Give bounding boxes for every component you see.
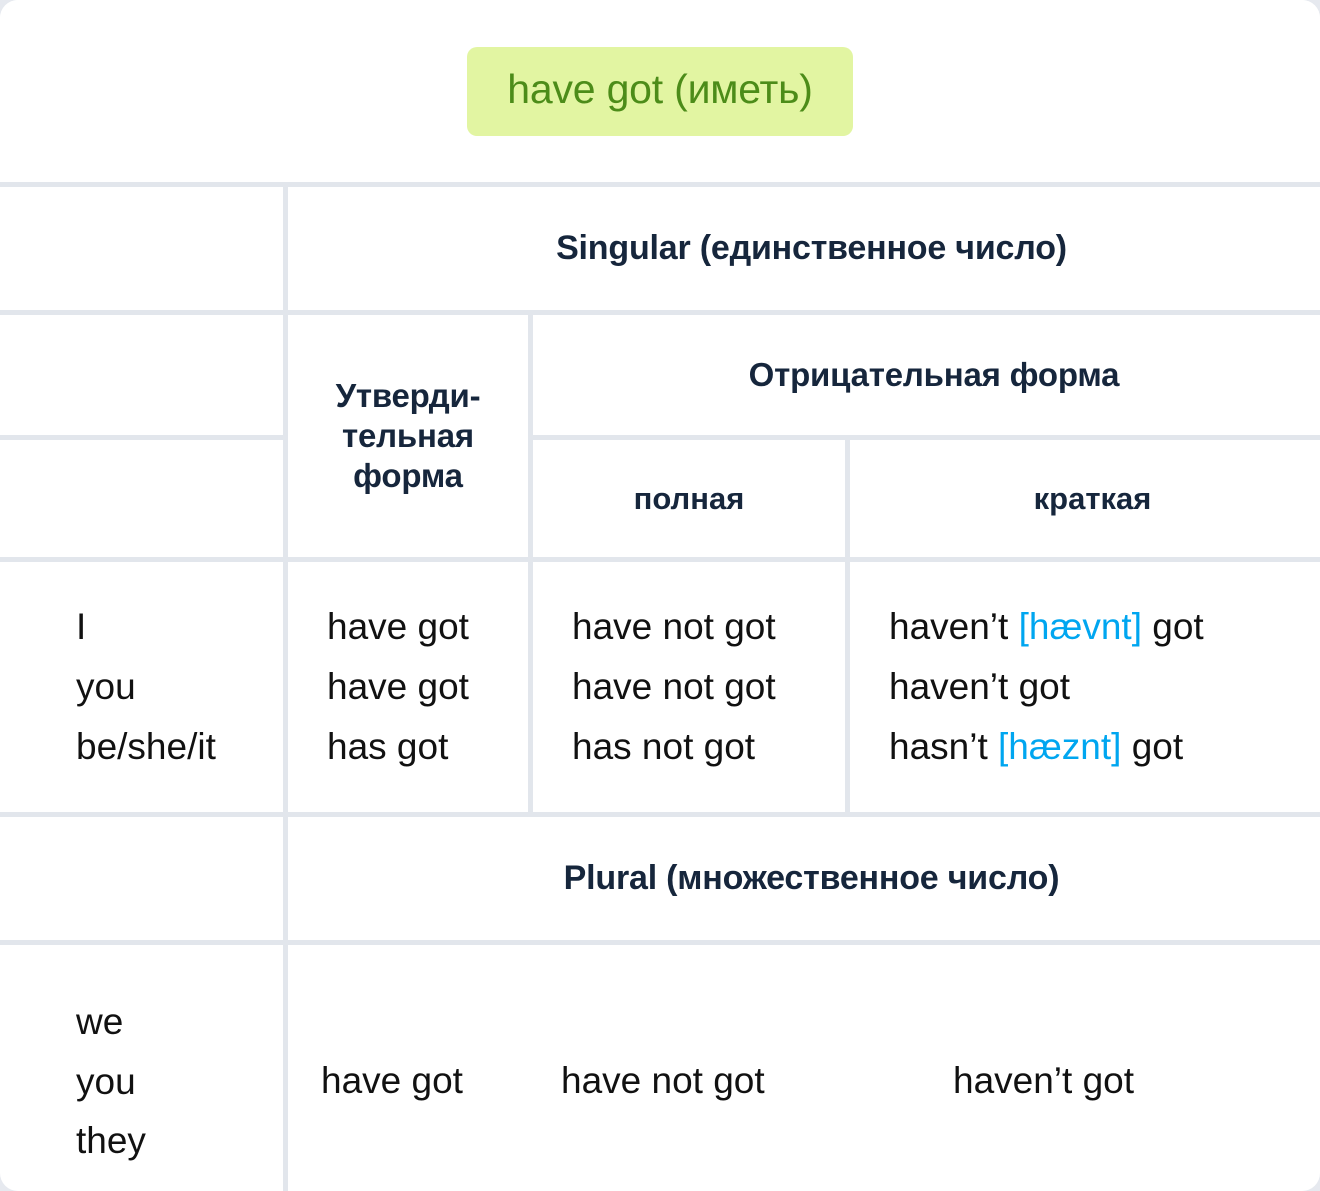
- plural-affirmative: have got: [321, 1060, 463, 1102]
- pronoun-they: they: [76, 1120, 146, 1162]
- page-title-badge: have got (иметь): [467, 46, 853, 136]
- pronoun-we: we: [76, 1000, 124, 1042]
- singular-pronouns-list: I you be/she/it: [6, 568, 277, 806]
- singular-negative-short-cell: haven’t [hævnt] got haven’t got hasn’t […: [850, 562, 1320, 812]
- column-header-negative: Отрицательная форма: [533, 315, 1320, 435]
- plural-header: Plural (множественное число): [288, 817, 1320, 940]
- singular-affirmative-cell: have got have got has got: [288, 562, 528, 812]
- negative-short-he-post: got: [1121, 725, 1184, 767]
- column-header-negative-short: краткая: [850, 440, 1320, 557]
- affirmative-line-3: форма: [353, 457, 463, 495]
- singular-negative-full-cell: have not got have not got has not got: [533, 562, 845, 812]
- pronoun-he-she-it: be/she/it: [76, 725, 216, 767]
- corner-cell-empty-2: [0, 315, 283, 435]
- singular-affirmative-list: have got have got has got: [294, 568, 522, 806]
- affirmative-you: have got: [327, 666, 469, 708]
- negative-short-i-text: haven’t: [889, 606, 1019, 648]
- negative-full-you: have not got: [572, 666, 776, 708]
- singular-negative-short-list: haven’t [hævnt] got haven’t got hasn’t […: [856, 568, 1320, 806]
- plural-forms-cell: have got have not got haven’t got: [288, 945, 1320, 1191]
- pronoun-i: I: [76, 606, 87, 648]
- pronoun-you: you: [76, 666, 136, 708]
- plural-negative-full: have not got: [561, 1060, 765, 1102]
- negative-short-you: haven’t got: [889, 657, 1070, 717]
- singular-pronouns-cell: I you be/she/it: [0, 562, 283, 812]
- conjugation-table: Singular (единственное число) Утверди- т…: [0, 182, 1320, 1191]
- negative-short-i-post: got: [1142, 606, 1204, 648]
- plural-pronouns-list: we you they: [6, 951, 277, 1191]
- plural-negative-short: haven’t got: [953, 1060, 1135, 1102]
- grammar-table-card: have got (иметь) Singular (единственное …: [0, 0, 1320, 1191]
- corner-cell-empty-4: [0, 817, 283, 940]
- corner-cell-empty-1: [0, 187, 283, 310]
- plural-pronouns-cell: we you they: [0, 945, 283, 1191]
- singular-header: Singular (единственное число): [288, 187, 1320, 310]
- affirmative-line-1: Утверди-: [335, 376, 481, 414]
- negative-full-he: has not got: [572, 725, 756, 767]
- column-header-affirmative: Утверди- тельная форма: [288, 315, 528, 557]
- singular-negative-full-list: have not got have not got has not got: [539, 568, 839, 806]
- negative-short-you-text: haven’t got: [889, 666, 1071, 708]
- ipa-hasnt: [hæznt]: [998, 725, 1122, 767]
- affirmative-i: have got: [327, 606, 469, 648]
- ipa-havnt: [hævnt]: [1018, 606, 1142, 648]
- negative-short-he: hasn’t [hæznt] got: [889, 717, 1183, 777]
- title-row: have got (иметь): [0, 0, 1320, 182]
- negative-short-he-text: hasn’t: [889, 725, 999, 767]
- pronoun-you-plural: you: [76, 1060, 136, 1102]
- negative-full-i: have not got: [572, 606, 776, 648]
- corner-cell-empty-3: [0, 440, 283, 557]
- negative-short-i: haven’t [hævnt] got: [889, 597, 1204, 657]
- affirmative-he: has got: [327, 725, 449, 767]
- affirmative-line-2: тельная: [342, 416, 474, 454]
- column-header-negative-full: полная: [533, 440, 845, 557]
- plural-forms-row: have got have not got haven’t got: [288, 1059, 1320, 1103]
